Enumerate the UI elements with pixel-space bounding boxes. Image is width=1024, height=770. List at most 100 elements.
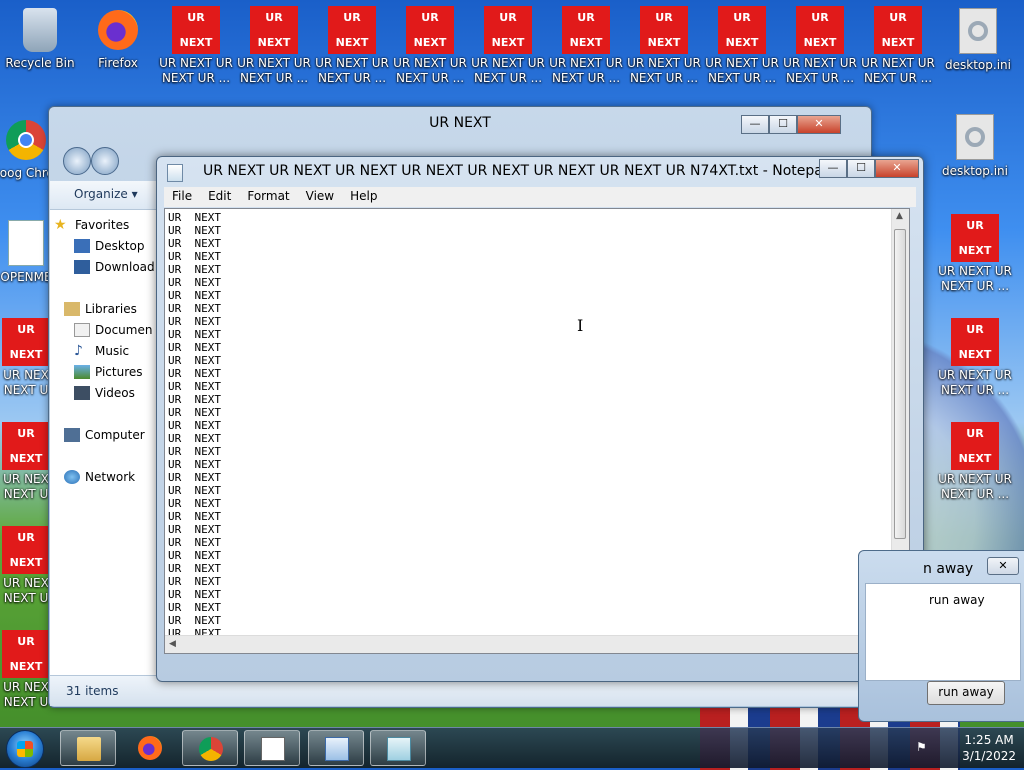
top-icon-5[interactable]: UR NEXT UR NEXT UR NEXT UR ...: [392, 6, 468, 86]
taskbar-firefox-button[interactable]: [122, 730, 178, 766]
notepad-maximize-button[interactable]: ☐: [847, 159, 875, 178]
nav-music[interactable]: ♪ Music: [74, 344, 129, 358]
red-tile-icon: UR NEXT: [640, 6, 688, 54]
nav-videos[interactable]: Videos: [74, 386, 135, 400]
organize-button[interactable]: Organize ▾: [74, 187, 138, 201]
menu-file[interactable]: File: [164, 187, 200, 207]
nav-favorites[interactable]: ★ Favorites: [54, 218, 129, 232]
tile-top-text: UR: [811, 11, 829, 24]
explorer-minimize-button[interactable]: —: [741, 115, 769, 134]
clock-date: 3/1/2022: [962, 749, 1016, 763]
notepad-text-area[interactable]: UR NEXT UR NEXT UR NEXT UR NEXT UR NEXT …: [164, 208, 910, 654]
red-tile-icon: UR NEXT: [2, 422, 50, 470]
clock-time: 1:25 AM: [964, 733, 1014, 747]
nav-downloads[interactable]: Download: [74, 260, 155, 274]
desktop-icon-label: UR NEXT UR NEXT UR ...: [471, 56, 545, 85]
notepad-title: UR NEXT UR NEXT UR NEXT UR NEXT UR NEXT …: [203, 163, 832, 179]
run-away-button[interactable]: run away: [927, 681, 1005, 705]
nav-videos-label: Videos: [95, 386, 135, 400]
right-icon-1[interactable]: UR NEXT UR NEXT UR NEXT UR ...: [937, 214, 1013, 294]
top-icon-10[interactable]: UR NEXT UR NEXT UR NEXT UR ...: [782, 6, 858, 86]
action-center-flag-icon[interactable]: ⚑: [916, 740, 930, 754]
right-icon-2[interactable]: UR NEXT UR NEXT UR NEXT UR ...: [937, 318, 1013, 398]
top-icon-3[interactable]: UR NEXT UR NEXT UR NEXT UR ...: [236, 6, 312, 86]
red-tile-icon: UR NEXT: [951, 422, 999, 470]
tile-top-text: UR: [966, 323, 984, 336]
top-icon-12[interactable]: desktop.ini: [940, 6, 1016, 73]
taskbar-explorer-button[interactable]: [60, 730, 116, 766]
pictures-icon: [74, 365, 90, 379]
tile-top-text: UR: [17, 531, 35, 544]
desktop-icon-label: UR NEXT UR NEXT UR ...: [938, 264, 1012, 293]
tile-top-text: UR: [187, 11, 205, 24]
notepad-minimize-button[interactable]: —: [819, 159, 847, 178]
right-icon-3[interactable]: UR NEXT UR NEXT UR NEXT UR ...: [937, 422, 1013, 502]
nav-libraries[interactable]: Libraries: [64, 302, 137, 316]
desktop-icon-label: desktop.ini: [942, 164, 1008, 178]
nav-documents[interactable]: Documen: [74, 323, 152, 337]
navigation-pane: ★ Favorites Desktop Download Libraries D…: [50, 210, 156, 676]
tile-top-text: UR: [655, 11, 673, 24]
red-tile-icon: UR NEXT: [250, 6, 298, 54]
tile-bottom-text: NEXT: [335, 36, 369, 49]
dialog-close-button[interactable]: ✕: [987, 557, 1019, 575]
red-tile-icon: UR NEXT: [951, 214, 999, 262]
tile-top-text: UR: [577, 11, 595, 24]
top-icon-0[interactable]: Recycle Bin: [2, 6, 78, 71]
vertical-scroll-thumb[interactable]: [894, 229, 906, 539]
taskbar-chrome-button[interactable]: [182, 730, 238, 766]
ini-file-icon: [959, 8, 997, 54]
scroll-up-arrow-icon[interactable]: ▲: [896, 211, 903, 221]
horizontal-scrollbar[interactable]: ◀ ▶: [165, 635, 892, 653]
top-icon-9[interactable]: UR NEXT UR NEXT UR NEXT UR ...: [704, 6, 780, 86]
red-tile-icon: UR NEXT: [2, 526, 50, 574]
menu-format[interactable]: Format: [239, 187, 297, 207]
notepad-window[interactable]: UR NEXT UR NEXT UR NEXT UR NEXT UR NEXT …: [156, 156, 924, 682]
desktop-icon: [74, 239, 90, 253]
top-icon-1[interactable]: Firefox: [80, 6, 156, 71]
music-note-icon: ♪: [74, 343, 83, 359]
explorer-close-button[interactable]: ✕: [797, 115, 841, 134]
notepad-close-button[interactable]: ✕: [875, 159, 919, 178]
desktop-icon-label: UR NEXT UR NEXT UR ...: [159, 56, 233, 85]
taskbar-document-button[interactable]: [244, 730, 300, 766]
top-icon-2[interactable]: UR NEXT UR NEXT UR NEXT UR ...: [158, 6, 234, 86]
run-away-dialog[interactable]: n away ✕ run away run away: [858, 550, 1024, 722]
taskbar-wordpad-button[interactable]: [308, 730, 364, 766]
menu-view[interactable]: View: [298, 187, 342, 207]
desktop-icon-label: desktop.ini: [945, 58, 1011, 72]
notepad-menubar: File Edit Format View Help: [164, 187, 916, 207]
right-icon-0[interactable]: desktop.ini: [937, 112, 1013, 179]
tile-bottom-text: NEXT: [9, 660, 43, 673]
tile-bottom-text: NEXT: [9, 556, 43, 569]
tile-bottom-text: NEXT: [647, 36, 681, 49]
menu-help[interactable]: Help: [342, 187, 385, 207]
scroll-left-arrow-icon[interactable]: ◀: [169, 639, 176, 649]
tile-top-text: UR: [17, 427, 35, 440]
desktop-icon-label: Recycle Bin: [5, 56, 75, 70]
document-icon: [8, 220, 44, 266]
start-button[interactable]: [6, 730, 44, 768]
top-icon-4[interactable]: UR NEXT UR NEXT UR NEXT UR ...: [314, 6, 390, 86]
top-icon-11[interactable]: UR NEXT UR NEXT UR NEXT UR ...: [860, 6, 936, 86]
chrome-icon: [199, 737, 223, 761]
nav-desktop[interactable]: Desktop: [74, 239, 145, 253]
top-icon-8[interactable]: UR NEXT UR NEXT UR NEXT UR ...: [626, 6, 702, 86]
explorer-maximize-button[interactable]: ☐: [769, 115, 797, 134]
tile-top-text: UR: [889, 11, 907, 24]
top-icon-6[interactable]: UR NEXT UR NEXT UR NEXT UR ...: [470, 6, 546, 86]
tile-bottom-text: NEXT: [958, 452, 992, 465]
nav-network[interactable]: Network: [64, 470, 135, 484]
menu-edit[interactable]: Edit: [200, 187, 239, 207]
nav-computer[interactable]: Computer: [64, 428, 145, 442]
nav-pictures-label: Pictures: [95, 365, 143, 379]
back-arrow-icon[interactable]: [63, 147, 91, 175]
top-icon-7[interactable]: UR NEXT UR NEXT UR NEXT UR ...: [548, 6, 624, 86]
red-tile-icon: UR NEXT: [874, 6, 922, 54]
nav-pictures[interactable]: Pictures: [74, 365, 143, 379]
notepad-text-lines: UR NEXT UR NEXT UR NEXT UR NEXT UR NEXT …: [168, 211, 221, 653]
taskbar-clock[interactable]: 1:25 AM 3/1/2022: [962, 732, 1016, 764]
forward-arrow-icon[interactable]: [91, 147, 119, 175]
desktop-icon-label: UR NEXT UR NEXT UR ...: [315, 56, 389, 85]
taskbar-notepad-button[interactable]: [370, 730, 426, 766]
